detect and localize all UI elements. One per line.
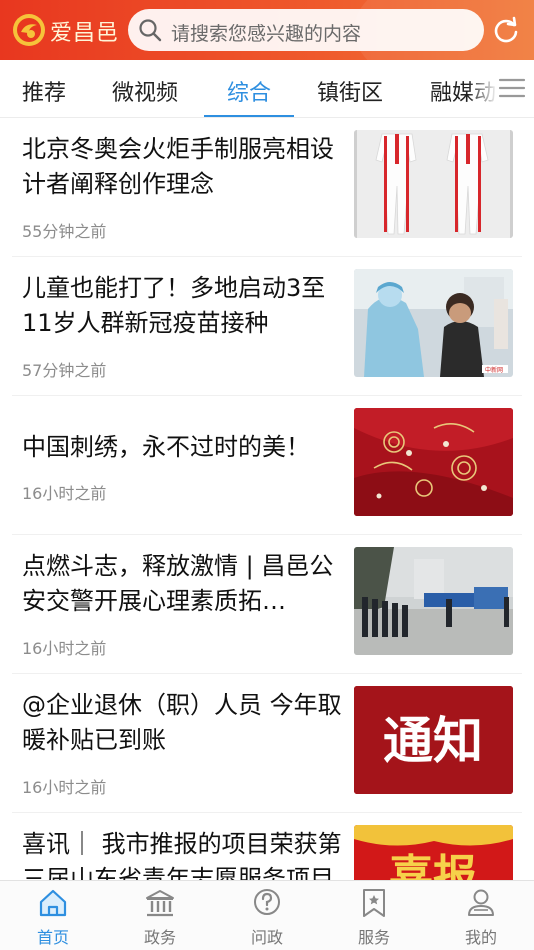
government-icon bbox=[146, 890, 174, 917]
tab-towns[interactable]: 镇街区 bbox=[317, 75, 383, 107]
app-logo-icon bbox=[13, 14, 45, 46]
news-time: 16小时之前 bbox=[22, 484, 107, 503]
news-title: 喜讯｜ 我市推报的项目荣获第三届山东省青年志愿服务项目大赛… bbox=[22, 830, 342, 880]
news-time: 57分钟之前 bbox=[22, 361, 107, 380]
search-icon bbox=[139, 19, 162, 42]
child-vaccination-photo: 中新网 bbox=[354, 269, 513, 377]
notice-banner-text: 通知 bbox=[383, 711, 483, 770]
nav-service-label: 服务 bbox=[357, 928, 390, 947]
app-name: 爱昌邑 bbox=[50, 21, 120, 46]
tab-recommend[interactable]: 推荐 bbox=[22, 75, 66, 107]
good-news-banner: 喜报 bbox=[354, 825, 513, 880]
tab-micro-video[interactable]: 微视频 bbox=[112, 75, 178, 107]
nav-profile[interactable]: 我的 bbox=[428, 881, 534, 950]
bottom-navigation: 首页 政务 问政 服务 我的 bbox=[0, 880, 534, 950]
news-item[interactable]: 喜讯｜ 我市推报的项目荣获第三届山东省青年志愿服务项目大赛… 喜报 bbox=[12, 813, 522, 880]
good-news-banner-text: 喜报 bbox=[389, 851, 477, 880]
home-icon bbox=[39, 889, 67, 917]
nav-profile-label: 我的 bbox=[464, 928, 497, 947]
menu-icon[interactable] bbox=[498, 77, 526, 99]
nav-question-label: 问政 bbox=[250, 928, 283, 947]
tab-comprehensive[interactable]: 综合 bbox=[227, 75, 271, 107]
profile-icon bbox=[468, 889, 494, 916]
nav-government[interactable]: 政务 bbox=[107, 881, 213, 950]
search-placeholder: 请搜索您感兴趣的内容 bbox=[171, 23, 362, 45]
category-tabs: 推荐 微视频 综合 镇街区 融媒动 bbox=[0, 60, 534, 118]
news-time: 16小时之前 bbox=[22, 639, 107, 658]
news-item[interactable]: 北京冬奥会火炬手制服亮相设计者阐释创作理念 55分钟之前 bbox=[12, 118, 522, 257]
news-item[interactable]: 中国刺绣，永不过时的美！ 16小时之前 bbox=[12, 396, 522, 535]
news-item[interactable]: @企业退休（职）人员 今年取暖补贴已到账 16小时之前 通知 bbox=[12, 674, 522, 813]
notice-banner: 通知 bbox=[354, 686, 513, 794]
news-time: 55分钟之前 bbox=[22, 222, 107, 241]
top-header: 爱昌邑 请搜索您感兴趣的内容 bbox=[0, 0, 534, 60]
torchbearer-uniform-photo bbox=[354, 130, 513, 238]
nav-home[interactable]: 首页 bbox=[0, 881, 106, 950]
news-title: 点燃斗志，释放激情 | 昌邑公安交警开展心理素质拓… bbox=[22, 552, 334, 615]
nav-question[interactable]: 问政 bbox=[214, 881, 320, 950]
refresh-icon[interactable] bbox=[492, 16, 520, 44]
news-time: 16小时之前 bbox=[22, 778, 107, 797]
nav-home-label: 首页 bbox=[36, 928, 69, 947]
news-item[interactable]: 儿童也能打了！多地启动3至11岁人群新冠疫苗接种 57分钟之前 中新网 bbox=[12, 257, 522, 396]
news-title: 北京冬奥会火炬手制服亮相设计者阐释创作理念 bbox=[22, 135, 334, 198]
search-input[interactable]: 请搜索您感兴趣的内容 bbox=[128, 9, 484, 51]
news-title: 中国刺绣，永不过时的美！ bbox=[22, 433, 310, 461]
nav-government-label: 政务 bbox=[143, 928, 176, 947]
service-bookmark-icon bbox=[363, 889, 385, 917]
red-embroidery-photo bbox=[354, 408, 513, 516]
news-title: 儿童也能打了！多地启动3至11岁人群新冠疫苗接种 bbox=[22, 274, 326, 337]
nav-service[interactable]: 服务 bbox=[321, 881, 427, 950]
traffic-police-training-photo bbox=[354, 547, 513, 655]
question-icon bbox=[254, 889, 280, 915]
news-title: @企业退休（职）人员 今年取暖补贴已到账 bbox=[22, 691, 342, 754]
news-list: 北京冬奥会火炬手制服亮相设计者阐释创作理念 55分钟之前 儿童也能打了！多地启动 bbox=[0, 118, 534, 880]
news-item[interactable]: 点燃斗志，释放激情 | 昌邑公安交警开展心理素质拓… 16小时之前 bbox=[12, 535, 522, 674]
svg-text:中新网: 中新网 bbox=[485, 366, 503, 374]
